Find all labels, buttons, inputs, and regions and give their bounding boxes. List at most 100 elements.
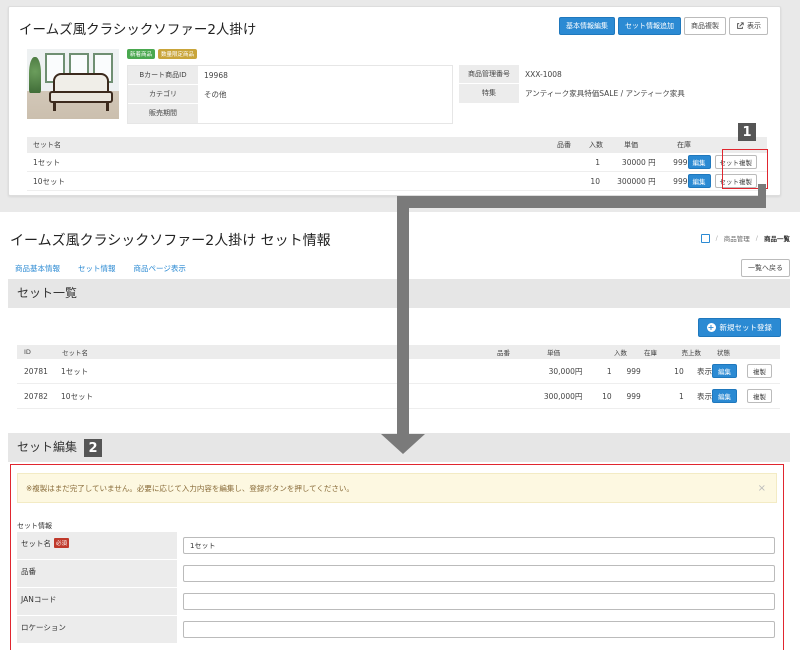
info-value: 19968 (204, 71, 228, 80)
alert-message: ※複製はまだ完了していません。必要に応じて入力内容を編集し、登録ボタンを押してく… (26, 484, 354, 493)
set-edit-panel: ※複製はまだ完了していません。必要に応じて入力内容を編集し、登録ボタンを押してく… (10, 464, 784, 650)
subnav-basic-info[interactable]: 商品基本情報 (15, 263, 60, 274)
product-code-input[interactable] (183, 565, 775, 582)
edit-set-button[interactable]: 編集 (711, 364, 737, 378)
column-header: 在庫 (644, 349, 657, 357)
column-header: 単価 (547, 349, 560, 357)
column-header: セット名 (62, 349, 88, 357)
table-row: 1セット 1 30000 円 999 編集 セット複製 (27, 153, 767, 172)
set-form: セット名 必須 品番 JANコード (17, 532, 781, 644)
view-product-label: 表示 (747, 22, 761, 30)
set-stock: 999 (673, 176, 688, 186)
info-row: 商品管理番号 XXX-1008 (459, 65, 767, 84)
column-header: 売上数 (681, 349, 702, 357)
set-name-input[interactable] (183, 537, 775, 554)
duplicate-callout-box (722, 149, 768, 189)
sub-navigation: 商品基本情報 セット情報 商品ページ表示 (15, 263, 186, 274)
arrow-down-icon (381, 434, 425, 454)
info-row: Bカート商品ID 19968 (128, 66, 452, 85)
info-label: Bカート商品ID (128, 66, 198, 84)
sofa-leg-shape (106, 103, 109, 111)
form-section-title: セット情報 (17, 522, 52, 530)
set-name: 10セット (61, 391, 94, 401)
jan-code-input[interactable] (183, 593, 775, 610)
column-header: 在庫 (677, 141, 691, 149)
set-name: 1セット (61, 366, 89, 376)
subnav-view-page[interactable]: 商品ページ表示 (134, 263, 186, 274)
field-label: ロケーション (21, 623, 66, 632)
edit-set-button[interactable]: 編集 (687, 174, 711, 188)
plant-shape (29, 57, 41, 93)
connector-line (397, 196, 766, 208)
edit-set-button[interactable]: 編集 (711, 389, 737, 403)
duplicate-product-button[interactable]: 商品複製 (684, 17, 726, 35)
back-to-list-button[interactable]: 一覧へ戻る (741, 259, 790, 277)
set-stock: 999 (626, 366, 641, 376)
page-title: イームズ風クラシックソファー2人掛け セット情報 (10, 233, 331, 249)
plus-circle-icon: + (706, 323, 716, 332)
set-qty: 10 (602, 391, 612, 401)
set-status: 表示 (696, 366, 712, 376)
set-qty: 10 (590, 176, 600, 186)
duplicate-set-button[interactable]: 複製 (746, 364, 772, 378)
sofa-seat-shape (49, 91, 113, 103)
duplicate-set-button[interactable]: 複製 (746, 389, 772, 403)
column-header: セット名 (33, 141, 61, 149)
product-info-left: Bカート商品ID 19968 カテゴリ その他 販売期間 (127, 65, 453, 124)
set-edit-title: セット編集 (17, 440, 78, 454)
home-icon[interactable] (700, 233, 710, 243)
set-sold: 10 (674, 366, 684, 376)
set-price: 300000 円 (617, 176, 656, 186)
info-label: 特集 (459, 84, 519, 103)
edit-basic-info-button[interactable]: 基本情報編集 (559, 17, 615, 35)
info-row: 特集 アンティーク家具特価SALE / アンティーク家具 (459, 84, 767, 103)
sofa-leg-shape (53, 103, 56, 111)
product-actions: 基本情報編集 セット情報追加 商品複製 表示 (559, 17, 768, 35)
edit-set-button[interactable]: 編集 (687, 155, 711, 169)
sofa-back-shape (53, 73, 109, 93)
product-title: イームズ風クラシックソファー2人掛け (19, 22, 257, 38)
subnav-set-info[interactable]: セット情報 (78, 263, 116, 274)
info-row: カテゴリ その他 (128, 85, 452, 104)
set-qty: 1 (595, 157, 600, 167)
set-stock: 999 (673, 157, 688, 167)
view-product-button[interactable]: 表示 (729, 17, 768, 35)
set-status: 表示 (696, 391, 712, 401)
breadcrumb-current[interactable]: 商品一覧 (764, 233, 790, 243)
field-label: JANコード (21, 595, 57, 604)
field-label: 品番 (21, 567, 36, 576)
add-set-info-button[interactable]: セット情報追加 (618, 17, 681, 35)
connector-line (397, 196, 409, 436)
location-input[interactable] (183, 621, 775, 638)
info-label: 商品管理番号 (459, 65, 519, 83)
breadcrumb-item[interactable]: 商品管理 (724, 233, 750, 243)
form-row: 品番 (17, 560, 781, 588)
info-value: その他 (204, 90, 227, 99)
breadcrumb: / 商品管理 / 商品一覧 (700, 233, 790, 243)
column-header: ID (24, 348, 31, 356)
breadcrumb-separator: / (715, 234, 718, 242)
product-info-right: 商品管理番号 XXX-1008 特集 アンティーク家具特価SALE / アンティ… (459, 65, 767, 103)
column-header: 品番 (557, 141, 571, 149)
callout-number-1: 1 (738, 123, 756, 141)
new-set-button[interactable]: + 新規セット登録 (697, 318, 781, 337)
duplicate-notice-alert: ※複製はまだ完了していません。必要に応じて入力内容を編集し、登録ボタンを押してく… (17, 473, 777, 503)
info-value: アンティーク家具特価SALE / アンティーク家具 (525, 89, 685, 98)
close-icon[interactable]: × (758, 474, 766, 504)
form-row: JANコード (17, 588, 781, 616)
column-header: 品番 (497, 349, 510, 357)
set-id: 20782 (24, 391, 48, 401)
breadcrumb-separator: / (755, 234, 758, 242)
form-row: ロケーション (17, 616, 781, 644)
info-value: XXX-1008 (525, 70, 562, 79)
column-header: 入数 (614, 349, 627, 357)
column-header: 入数 (589, 141, 603, 149)
set-name: 1セット (33, 157, 61, 167)
product-image (27, 49, 119, 119)
product-summary-card: イームズ風クラシックソファー2人掛け 基本情報編集 セット情報追加 商品複製 表… (8, 6, 781, 196)
new-set-label: 新規セット登録 (719, 323, 773, 332)
column-header: 単価 (624, 141, 638, 149)
info-row: 販売期間 (128, 104, 452, 123)
set-price: 300,000円 (543, 391, 583, 401)
table-row: 10セット 10 300000 円 999 編集 セット複製 (27, 172, 767, 191)
